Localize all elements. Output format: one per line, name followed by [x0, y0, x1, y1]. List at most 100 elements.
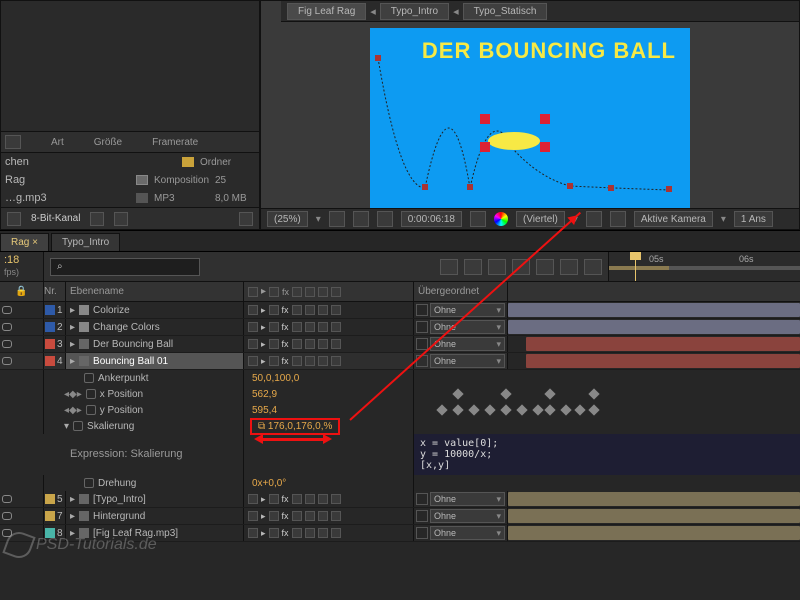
guides-icon[interactable] [353, 211, 369, 227]
transform-handle[interactable] [480, 114, 490, 124]
switch-icon[interactable] [331, 287, 341, 297]
new-comp-icon[interactable] [239, 212, 253, 226]
region-icon[interactable] [586, 211, 602, 227]
trash-icon[interactable] [90, 212, 104, 226]
label-color[interactable] [45, 305, 55, 315]
stopwatch-icon[interactable] [73, 421, 83, 431]
switch-icon[interactable] [292, 287, 302, 297]
brainstorm-icon[interactable] [536, 259, 554, 275]
switch-icon[interactable] [305, 287, 315, 297]
keyframe-icon[interactable] [436, 404, 447, 415]
keyframe-icon[interactable] [532, 404, 543, 415]
switch-icon[interactable] [269, 287, 279, 297]
prop-label[interactable]: ▾Skalierung [44, 418, 244, 434]
keyframe-icon[interactable] [560, 404, 571, 415]
keyframe-icon[interactable] [500, 404, 511, 415]
stopwatch-icon[interactable] [84, 373, 94, 383]
visibility-icon[interactable] [2, 306, 12, 314]
timeline-tab[interactable]: Rag × [0, 233, 49, 251]
pickwhip-icon[interactable] [416, 510, 428, 522]
prop-label[interactable]: ◂◆▸x Position [44, 386, 244, 402]
keyframe-icon[interactable] [544, 388, 555, 399]
keyframe-icon[interactable] [500, 388, 511, 399]
new-folder-icon[interactable] [114, 212, 128, 226]
keyframe-icon[interactable] [544, 404, 555, 415]
prop-label[interactable]: Drehung [44, 475, 244, 491]
pickwhip-icon[interactable] [416, 493, 428, 505]
viewer-tab[interactable]: Typo_Intro [380, 3, 449, 20]
col-size[interactable]: Größe [94, 137, 122, 148]
prop-label[interactable]: Ankerpunkt [44, 370, 244, 386]
layer-bar[interactable] [526, 337, 800, 351]
prop-value[interactable]: ⧉ 176,0,176,0,% [244, 418, 414, 434]
col-framerate[interactable]: Framerate [152, 137, 198, 148]
keyframe-icon[interactable] [588, 404, 599, 415]
layer-row[interactable]: 4 ▸ Bouncing Ball 01 ▸ fx Ohne▾ [0, 353, 800, 370]
layer-search-input[interactable] [50, 258, 200, 276]
transform-handle[interactable] [540, 142, 550, 152]
switch-icon[interactable] [248, 287, 258, 297]
twirl-icon[interactable]: ▸ [70, 356, 75, 367]
label-color[interactable] [45, 494, 55, 504]
prop-value[interactable]: 562,9 [244, 386, 414, 402]
parent-dropdown[interactable]: Ohne▾ [430, 509, 505, 523]
stopwatch-icon[interactable] [84, 478, 94, 488]
transparency-icon[interactable] [610, 211, 626, 227]
stopwatch-icon[interactable] [86, 389, 96, 399]
switch-icon[interactable] [318, 287, 328, 297]
current-time[interactable]: 0:00:06:18 [401, 211, 462, 227]
layer-bar[interactable] [508, 492, 800, 506]
project-row[interactable]: …g.mp3 MP3 8,0 MB [1, 189, 259, 207]
project-row[interactable]: Rag Komposition 25 [1, 171, 259, 189]
twirl-icon[interactable]: ▸ [70, 322, 75, 333]
grid-icon[interactable] [329, 211, 345, 227]
visibility-icon[interactable] [2, 495, 12, 503]
time-ruler[interactable]: 05s 06s [608, 252, 800, 281]
transform-handle[interactable] [480, 142, 490, 152]
layer-bar[interactable] [508, 303, 800, 317]
twirl-icon[interactable]: ▸ [70, 494, 75, 505]
parent-dropdown[interactable]: Ohne▾ [430, 526, 505, 540]
parent-dropdown[interactable]: Ohne▾ [430, 354, 505, 368]
layer-bar[interactable] [526, 354, 800, 368]
current-time-display[interactable]: :18 fps) [0, 252, 44, 281]
pickwhip-icon[interactable] [416, 321, 428, 333]
keyframe-icon[interactable] [468, 404, 479, 415]
filter-icon[interactable] [5, 135, 21, 149]
label-color[interactable] [45, 356, 55, 366]
layer-row[interactable]: 3 ▸ Der Bouncing Ball ▸ fx Ohne▾ [0, 336, 800, 353]
graph-editor-icon[interactable] [584, 259, 602, 275]
twirl-icon[interactable]: ▸ [70, 339, 75, 350]
resolution-dropdown[interactable]: (Viertel) [516, 211, 565, 227]
visibility-icon[interactable] [2, 512, 12, 520]
keyframe-icon[interactable] [588, 388, 599, 399]
col-art[interactable]: Art [51, 137, 64, 148]
parent-dropdown[interactable]: Ohne▾ [430, 320, 505, 334]
highlighted-value[interactable]: ⧉ 176,0,176,0,% [252, 420, 338, 433]
pickwhip-icon[interactable] [416, 304, 428, 316]
keyframe-icon[interactable] [452, 388, 463, 399]
keyframe-icon[interactable] [452, 404, 463, 415]
zoom-dropdown[interactable]: (25%) [267, 211, 308, 227]
label-color[interactable] [45, 339, 55, 349]
layer-row[interactable]: 1 ▸ Colorize ▸ fx Ohne▾ [0, 302, 800, 319]
visibility-icon[interactable] [2, 357, 12, 365]
snapshot-icon[interactable] [470, 211, 486, 227]
visibility-icon[interactable] [2, 323, 12, 331]
prop-value[interactable]: 595,4 [244, 402, 414, 418]
keyframe-icon[interactable] [484, 404, 495, 415]
layer-bar[interactable] [508, 509, 800, 523]
camera-dropdown[interactable]: Aktive Kamera [634, 211, 713, 227]
label-color[interactable] [45, 511, 55, 521]
interpret-icon[interactable] [7, 212, 21, 226]
expression-code[interactable]: x = value[0]; y = 10000/x; [x,y] [414, 434, 800, 475]
layer-row[interactable]: 7 ▸ Hintergrund ▸ fx Ohne▾ [0, 508, 800, 525]
parent-dropdown[interactable]: Ohne▾ [430, 492, 505, 506]
twirl-icon[interactable]: ▸ [70, 511, 75, 522]
pickwhip-icon[interactable] [416, 527, 428, 539]
auto-keyframe-icon[interactable] [560, 259, 578, 275]
label-color[interactable] [45, 322, 55, 332]
keyframe-icon[interactable] [574, 404, 585, 415]
playhead[interactable] [635, 252, 636, 281]
twirl-icon[interactable]: ▸ [70, 305, 75, 316]
